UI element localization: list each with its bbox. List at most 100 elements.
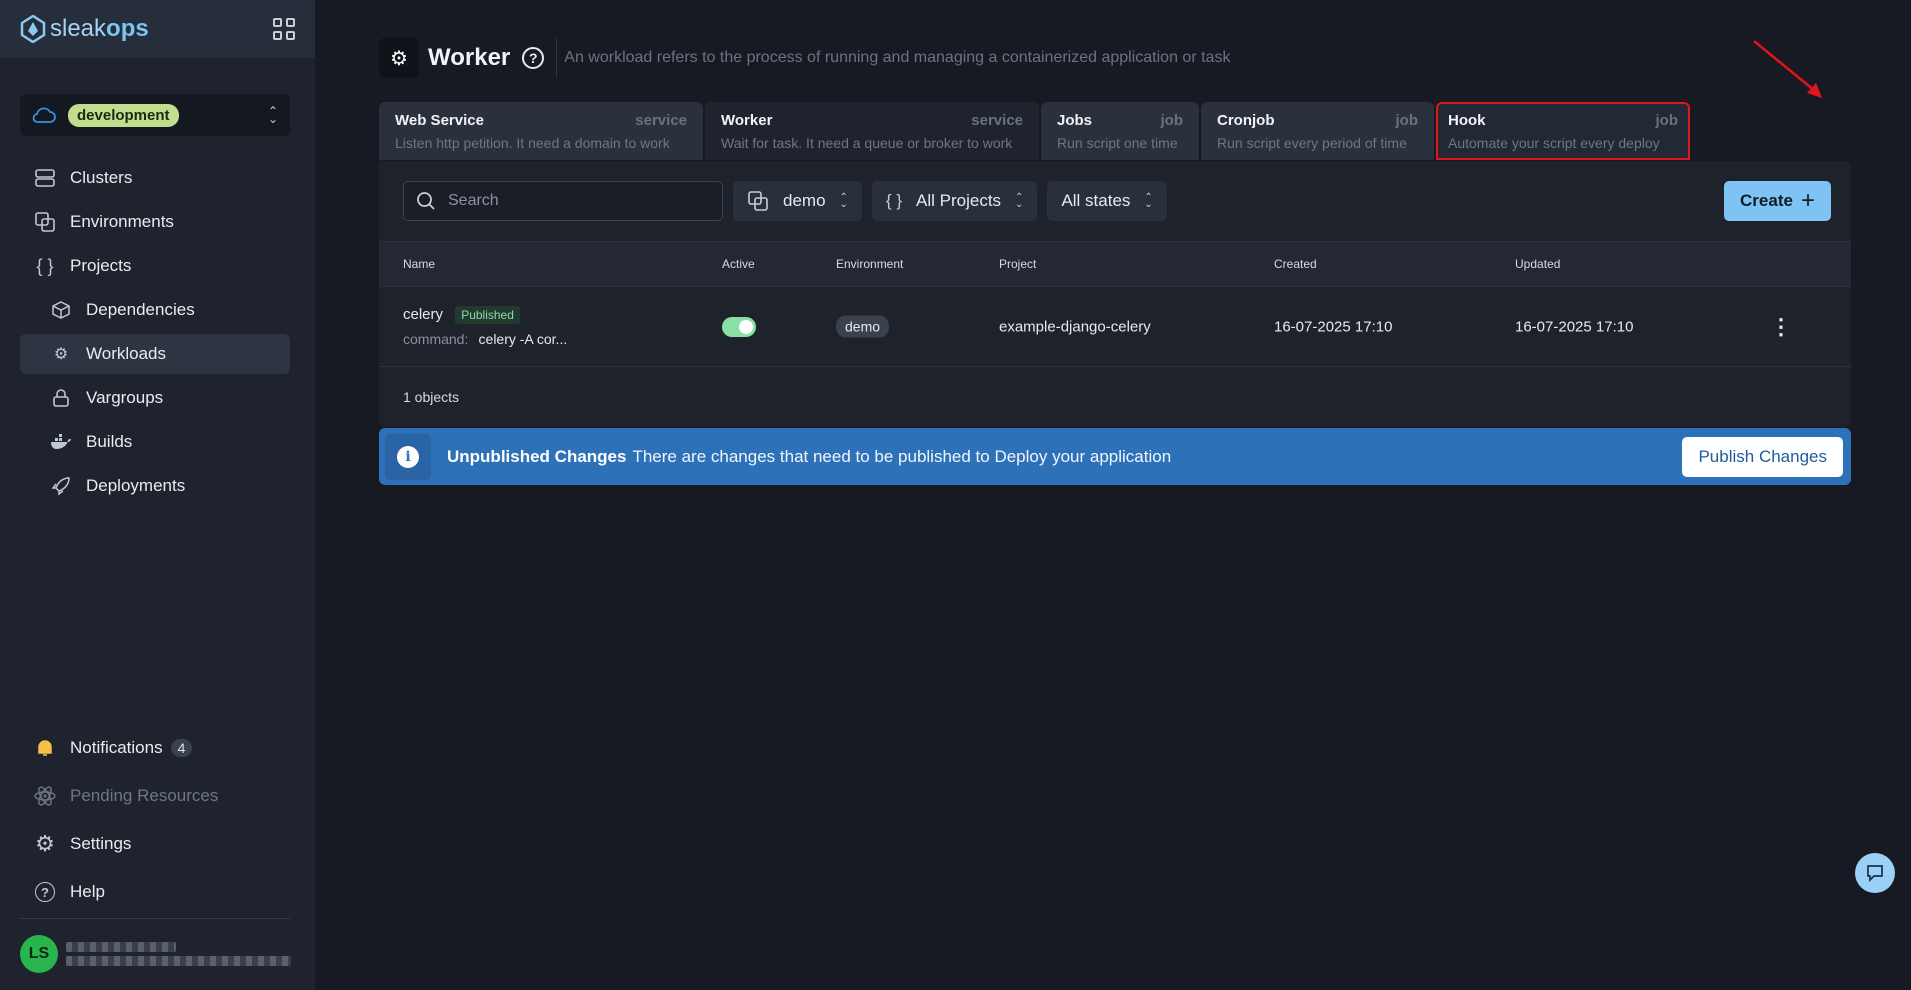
tab-description: Run script every period of time xyxy=(1217,135,1407,151)
tab-name: Cronjob xyxy=(1217,112,1275,129)
gear-icon: ⚙ xyxy=(35,831,55,856)
lock-icon xyxy=(50,387,72,409)
table-row[interactable]: celery Published command: celery -A cor.… xyxy=(379,287,1851,367)
tab-type: job xyxy=(1395,112,1419,129)
tab-name: Jobs xyxy=(1057,112,1093,129)
tab-description: Listen http petition. It need a domain t… xyxy=(395,135,670,151)
sidebar-divider xyxy=(20,918,290,919)
active-toggle[interactable] xyxy=(722,316,756,337)
chevron-up-down-icon: ⌃ ⌄ xyxy=(1144,192,1153,210)
tab-name: Hook xyxy=(1448,112,1486,129)
project-cell: example-django-celery xyxy=(999,318,1151,335)
user-profile[interactable]: LS xyxy=(20,935,291,973)
environment-selector[interactable]: development ⌃ ⌄ xyxy=(20,94,290,136)
nav-item-settings[interactable]: ⚙ Settings xyxy=(20,822,290,866)
tab-type: job xyxy=(1655,112,1679,129)
nav-item-deployments[interactable]: Deployments xyxy=(20,466,290,506)
rocket-icon xyxy=(50,475,72,497)
tab-cronjob[interactable]: Cronjob job Run script every period of ti… xyxy=(1201,102,1434,160)
copy-icon xyxy=(748,191,768,211)
nav-item-builds[interactable]: Builds xyxy=(20,422,290,462)
publish-changes-button[interactable]: Publish Changes xyxy=(1682,436,1843,477)
tab-type: service xyxy=(971,112,1023,129)
gears-icon: ⚙ xyxy=(53,346,69,363)
table-header: Name Active Environment Project Created … xyxy=(379,241,1851,287)
command-label: command: xyxy=(403,330,469,347)
column-header-project[interactable]: Project xyxy=(999,257,1036,271)
help-circle-icon[interactable]: ? xyxy=(522,47,545,69)
notifications-count-badge: 4 xyxy=(170,739,193,757)
nav-item-help[interactable]: ? Help xyxy=(20,870,290,914)
workload-name-cell: celery Published command: celery -A cor.… xyxy=(403,305,567,348)
nav-item-pending-resources[interactable]: Pending Resources xyxy=(20,774,290,818)
brand-name-light: sleak xyxy=(50,15,107,42)
workload-name[interactable]: celery xyxy=(403,306,443,323)
nav-item-clusters[interactable]: Clusters xyxy=(20,158,290,198)
tab-name: Worker xyxy=(721,112,773,129)
avatar: LS xyxy=(20,935,58,973)
nav-item-dependencies[interactable]: Dependencies xyxy=(20,290,290,330)
atom-icon xyxy=(34,785,56,807)
project-filter[interactable]: { } All Projects ⌃ ⌄ xyxy=(871,181,1038,221)
updated-cell: 16-07-2025 17:10 xyxy=(1515,318,1634,335)
banner-title: Unpublished Changes xyxy=(447,446,627,466)
nav-item-environments[interactable]: Environments xyxy=(20,202,290,242)
nav-item-notifications[interactable]: Notifications 4 xyxy=(20,726,290,770)
tab-worker[interactable]: Worker service Wait for task. It need a q… xyxy=(705,102,1039,160)
column-header-environment[interactable]: Environment xyxy=(836,257,903,271)
more-options-icon[interactable]: ⋮ xyxy=(1770,314,1792,340)
chat-support-button[interactable] xyxy=(1855,853,1895,893)
apps-grid-icon[interactable] xyxy=(273,18,295,40)
state-filter[interactable]: All states ⌃ ⌄ xyxy=(1047,181,1167,221)
braces-icon: { } xyxy=(885,191,903,210)
page-title: Worker xyxy=(428,44,511,71)
column-header-active[interactable]: Active xyxy=(722,257,755,271)
tab-type: service xyxy=(635,112,687,129)
info-icon: i xyxy=(385,433,431,480)
environment-badge: demo xyxy=(836,315,890,337)
column-header-name[interactable]: Name xyxy=(403,257,435,271)
page-description: An workload refers to the process of run… xyxy=(564,49,1231,66)
chevron-up-down-icon: ⌃ ⌄ xyxy=(267,104,278,126)
column-header-created[interactable]: Created xyxy=(1274,257,1317,271)
create-button[interactable]: Create + xyxy=(1724,181,1831,221)
nav-label-builds: Builds xyxy=(86,432,133,451)
page-header: ⚙ Worker ? An workload refers to the pro… xyxy=(379,38,1230,78)
environment-filter[interactable]: demo ⌃ ⌄ xyxy=(733,181,862,221)
nav-label-projects: Projects xyxy=(70,256,132,275)
search-input[interactable] xyxy=(448,192,688,210)
cube-icon xyxy=(50,299,72,321)
nav-item-vargroups[interactable]: Vargroups xyxy=(20,378,290,418)
nav-item-projects[interactable]: { } Projects xyxy=(20,246,290,286)
tab-description: Wait for task. It need a queue or broker… xyxy=(721,135,1013,151)
nav-label-deployments: Deployments xyxy=(86,476,186,495)
sleakops-logo-icon xyxy=(20,15,46,43)
tab-type: job xyxy=(1160,112,1184,129)
user-info-redacted xyxy=(66,938,291,970)
sidebar-header: sleak ops xyxy=(0,0,315,58)
environment-badge: development xyxy=(68,103,179,127)
tab-web-service[interactable]: Web Service service Listen http petition.… xyxy=(379,102,703,160)
brand-logo[interactable]: sleak ops xyxy=(20,15,149,43)
tab-name: Web Service xyxy=(395,112,484,129)
project-filter-value: All Projects xyxy=(916,191,1002,210)
tab-description: Automate your script every deploy xyxy=(1448,135,1660,151)
tab-hook[interactable]: Hook job Automate your script every deplo… xyxy=(1436,102,1690,160)
help-circle-icon: ? xyxy=(34,881,56,903)
brand-name-bold: ops xyxy=(106,15,149,42)
nav-label-help: Help xyxy=(70,882,105,901)
chevron-up-down-icon: ⌃ ⌄ xyxy=(1015,192,1024,210)
copy-icon xyxy=(34,211,56,233)
nav-label-clusters: Clusters xyxy=(70,168,133,187)
nav-label-environments: Environments xyxy=(70,212,174,231)
unpublished-changes-banner: i Unpublished Changes There are changes … xyxy=(379,428,1851,485)
server-icon xyxy=(34,167,56,189)
search-box[interactable] xyxy=(403,181,723,221)
environment-cell: demo xyxy=(836,315,890,337)
docker-icon xyxy=(50,431,72,453)
status-badge: Published xyxy=(455,305,520,324)
column-header-updated[interactable]: Updated xyxy=(1515,257,1560,271)
tab-jobs[interactable]: Jobs job Run script one time xyxy=(1041,102,1199,160)
nav-item-workloads[interactable]: ⚙ Workloads xyxy=(20,334,290,374)
state-filter-value: All states xyxy=(1061,191,1131,210)
